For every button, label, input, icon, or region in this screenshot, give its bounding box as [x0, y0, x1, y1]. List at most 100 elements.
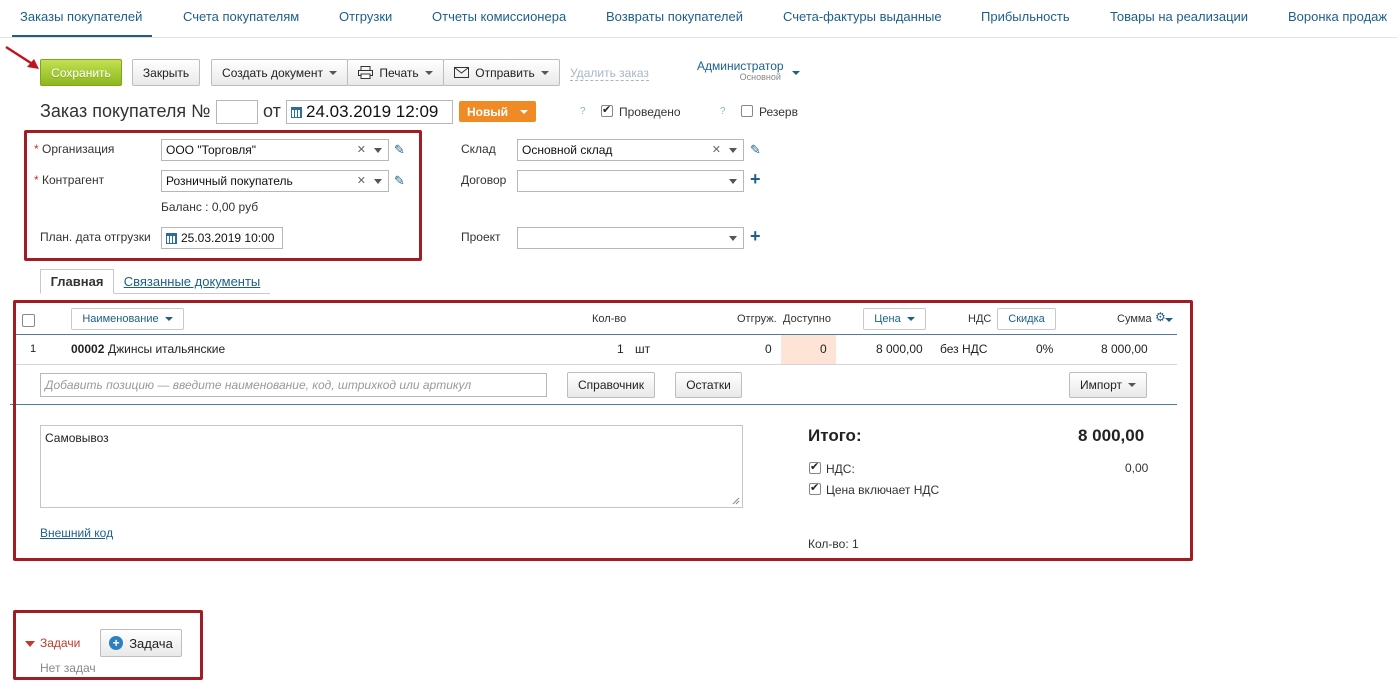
ship-date-input[interactable]: 25.03.2019 10:00	[161, 227, 283, 249]
chevron-down-icon[interactable]	[729, 236, 737, 241]
import-button-label: Импорт	[1080, 378, 1122, 392]
column-discount-button[interactable]: Скидка	[997, 308, 1056, 330]
row-name[interactable]: Джинсы итальянские	[108, 342, 225, 356]
column-price-label: Цена	[874, 313, 901, 325]
add-project-plus-icon[interactable]: +	[750, 226, 761, 247]
tab-related-documents[interactable]: Связанные документы	[114, 269, 270, 294]
nav-tab-returns[interactable]: Возвраты покупателей	[606, 9, 743, 24]
user-menu-chevron-icon[interactable]	[792, 71, 800, 75]
contract-select[interactable]	[517, 170, 744, 192]
nav-tab-commission-reports[interactable]: Отчеты комиссионера	[432, 9, 566, 24]
import-button[interactable]: Импорт	[1069, 372, 1147, 398]
ship-date-label: План. дата отгрузки	[40, 230, 151, 244]
table-row[interactable]: 1 00002 Джинсы итальянские 1 шт 0 0 8 00…	[14, 335, 1177, 364]
price-includes-vat-checkbox[interactable]	[809, 481, 821, 495]
user-name: Администратор	[697, 59, 784, 73]
order-date-input[interactable]: 24.03.2019 12:09	[286, 100, 453, 124]
organization-label: * Организация	[34, 142, 114, 156]
caret-down-icon	[25, 640, 35, 647]
chevron-down-icon[interactable]	[729, 148, 737, 153]
add-position-placeholder: Добавить позицию — введите наименование,…	[45, 378, 472, 392]
select-all-checkbox[interactable]	[22, 314, 35, 327]
settings-chevron-down-icon[interactable]	[1165, 318, 1173, 322]
warehouse-label: Склад	[461, 142, 496, 156]
contractor-select[interactable]: Розничный покупатель ✕	[161, 170, 389, 192]
add-task-button[interactable]: + Задача	[100, 629, 182, 657]
add-contract-plus-icon[interactable]: +	[750, 169, 761, 190]
tasks-toggle[interactable]: Задачи	[25, 636, 80, 650]
user-menu[interactable]: Администратор Основной	[697, 59, 784, 82]
page-title: Заказ покупателя №	[40, 101, 211, 121]
delete-order-link[interactable]: Удалить заказ	[570, 66, 649, 81]
tasks-label: Задачи	[40, 636, 81, 650]
edit-pencil-icon[interactable]: ✎	[394, 142, 405, 158]
row-discount[interactable]: 0%	[1036, 342, 1053, 356]
resize-handle-icon[interactable]	[732, 497, 740, 505]
order-date-value: 24.03.2019 12:09	[306, 102, 439, 121]
close-button-label: Закрыть	[142, 65, 190, 80]
contract-label: Договор	[461, 173, 507, 187]
send-button-label: Отправить	[475, 65, 535, 80]
column-sum-header: Сумма	[1117, 313, 1152, 325]
row-price[interactable]: 8 000,00	[876, 342, 923, 356]
tab-main[interactable]: Главная	[40, 269, 114, 294]
clear-icon[interactable]: ✕	[712, 143, 721, 156]
nav-tab-tax-invoices[interactable]: Счета-фактуры выданные	[783, 9, 942, 24]
send-button[interactable]: Отправить	[443, 59, 560, 86]
warehouse-select[interactable]: Основной склад ✕	[517, 139, 744, 161]
price-includes-vat-label: Цена включает НДС	[826, 483, 940, 497]
calendar-icon	[166, 232, 177, 244]
row-available: 0	[820, 342, 827, 356]
print-button-label: Печать	[379, 65, 419, 80]
row-qty[interactable]: 1	[617, 342, 624, 356]
column-qty-header: Кол-во	[592, 313, 627, 325]
column-name-sort-button[interactable]: Наименование	[71, 308, 184, 330]
clear-icon[interactable]: ✕	[357, 143, 366, 156]
nav-tab-sales-funnel[interactable]: Воронка продаж	[1288, 9, 1387, 24]
plus-circle-icon: +	[109, 636, 124, 650]
vat-checkbox[interactable]	[809, 460, 821, 474]
column-vat-header: НДС	[968, 313, 992, 325]
total-label: Итого:	[808, 426, 862, 445]
nav-tab-shipments[interactable]: Отгрузки	[339, 9, 392, 24]
clear-icon[interactable]: ✕	[357, 174, 366, 187]
help-icon[interactable]: ?	[720, 106, 726, 117]
chevron-down-icon	[906, 317, 915, 321]
close-button[interactable]: Закрыть	[132, 59, 200, 86]
project-select[interactable]	[517, 227, 744, 249]
printer-icon	[358, 66, 374, 79]
help-icon[interactable]: ?	[580, 106, 586, 117]
print-button[interactable]: Печать	[347, 59, 444, 86]
chevron-down-icon	[1127, 383, 1136, 387]
chevron-down-icon[interactable]	[374, 148, 382, 153]
external-code-link[interactable]: Внешний код	[40, 526, 113, 540]
row-vat[interactable]: без НДС	[940, 342, 987, 356]
user-role: Основной	[739, 72, 781, 82]
comment-textarea[interactable]: Самовывоз	[40, 425, 743, 508]
available-cell: 0	[781, 335, 836, 364]
stock-button[interactable]: Остатки	[675, 372, 742, 398]
envelope-icon	[454, 67, 470, 78]
add-position-input[interactable]: Добавить позицию — введите наименование,…	[40, 373, 547, 397]
save-button[interactable]: Сохранить	[40, 59, 122, 86]
create-document-button[interactable]: Создать документ	[211, 59, 348, 86]
nav-tab-consignment[interactable]: Товары на реализации	[1110, 9, 1248, 24]
posted-checkbox[interactable]	[601, 103, 613, 117]
chevron-down-icon[interactable]	[374, 179, 382, 184]
reserve-checkbox[interactable]	[741, 105, 753, 117]
edit-pencil-icon[interactable]: ✎	[750, 142, 761, 158]
organization-select[interactable]: ООО "Торговля" ✕	[161, 139, 389, 161]
catalog-button[interactable]: Справочник	[567, 372, 655, 398]
nav-tab-orders[interactable]: Заказы покупателей	[20, 9, 142, 24]
nav-tab-profitability[interactable]: Прибыльность	[981, 9, 1070, 24]
order-number-input[interactable]	[216, 100, 258, 124]
vat-label: НДС:	[826, 462, 855, 476]
top-nav: Заказы покупателей Счета покупателям Отг…	[0, 0, 1397, 38]
edit-pencil-icon[interactable]: ✎	[394, 173, 405, 189]
nav-tab-invoices[interactable]: Счета покупателям	[183, 9, 299, 24]
status-dropdown[interactable]: Новый	[459, 101, 536, 122]
column-price-button[interactable]: Цена	[863, 308, 926, 330]
chevron-down-icon[interactable]	[729, 179, 737, 184]
organization-value: ООО "Торговля"	[166, 143, 256, 157]
contractor-value: Розничный покупатель	[166, 174, 293, 188]
